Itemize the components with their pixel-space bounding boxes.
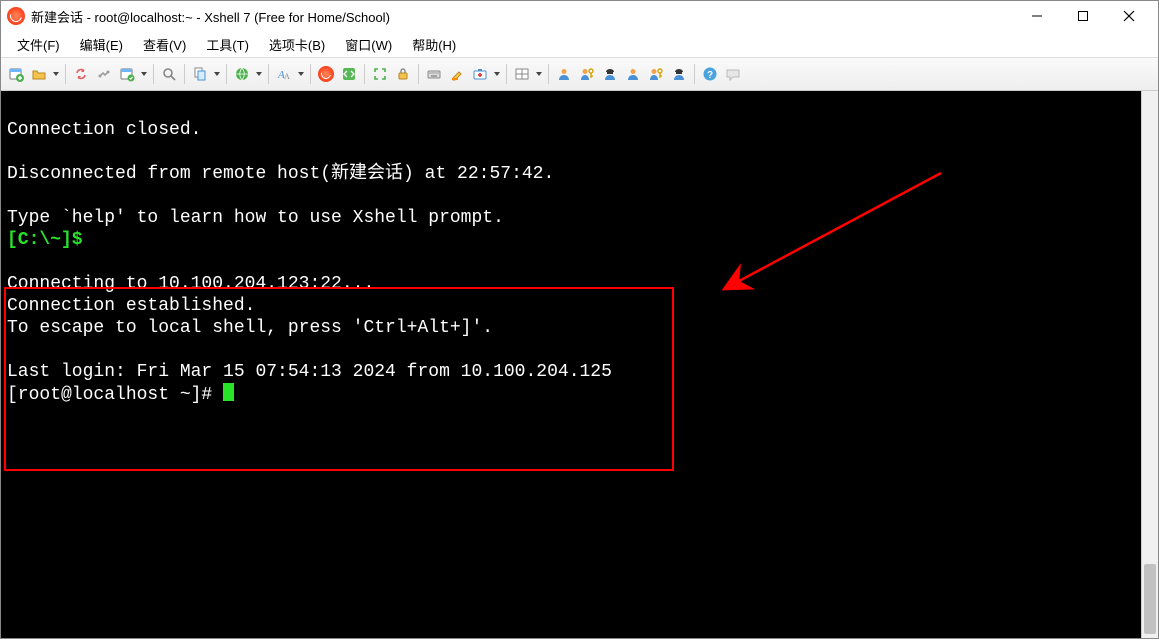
find-icon[interactable]: [158, 63, 180, 85]
copy-dropdown[interactable]: [212, 72, 222, 76]
maximize-button[interactable]: [1060, 1, 1106, 31]
remote-prompt: [root@localhost ~]#: [7, 385, 223, 405]
medkit-dropdown[interactable]: [492, 72, 502, 76]
layout-dropdown[interactable]: [534, 72, 544, 76]
xshell-logo-icon[interactable]: [315, 63, 337, 85]
menu-view[interactable]: 查看(V): [133, 32, 196, 57]
user-agent-icon[interactable]: [599, 63, 621, 85]
menu-tabs[interactable]: 选项卡(B): [259, 32, 335, 57]
menu-tools[interactable]: 工具(T): [196, 32, 259, 57]
toolbar-separator: [548, 64, 549, 84]
user-key-2-icon[interactable]: [645, 63, 667, 85]
terminal-line: Disconnected from remote host(新建会话) at 2…: [7, 164, 554, 184]
toolbar-separator: [418, 64, 419, 84]
toolbar-separator: [226, 64, 227, 84]
terminal-line: Connection established.: [7, 296, 255, 316]
open-session-icon[interactable]: [28, 63, 50, 85]
properties-icon[interactable]: [116, 63, 138, 85]
app-icon: [7, 7, 25, 25]
web-dropdown[interactable]: [254, 72, 264, 76]
user-key-icon[interactable]: [576, 63, 598, 85]
chat-icon[interactable]: [722, 63, 744, 85]
toolbar-separator: [184, 64, 185, 84]
terminal-line: Type `help' to learn how to use Xshell p…: [7, 208, 504, 228]
keyboard-icon[interactable]: [423, 63, 445, 85]
terminal-line: Connection closed.: [7, 120, 201, 140]
menu-edit[interactable]: 编辑(E): [70, 32, 133, 57]
terminal-line: Connecting to 10.100.204.123:22...: [7, 274, 374, 294]
terminal-line: To escape to local shell, press 'Ctrl+Al…: [7, 318, 493, 338]
toolbar-separator: [268, 64, 269, 84]
window-controls: [1014, 1, 1152, 31]
cursor-icon: [223, 383, 234, 401]
medkit-icon[interactable]: [469, 63, 491, 85]
toolbar-separator: [506, 64, 507, 84]
terminal-line: Last login: Fri Mar 15 07:54:13 2024 fro…: [7, 362, 612, 382]
lock-icon[interactable]: [392, 63, 414, 85]
toolbar: AA ?: [1, 57, 1158, 91]
user-orange-icon[interactable]: [553, 63, 575, 85]
minimize-button[interactable]: [1014, 1, 1060, 31]
open-session-dropdown[interactable]: [51, 72, 61, 76]
terminal-area[interactable]: Connection closed. Disconnected from rem…: [1, 91, 1158, 638]
svg-text:A: A: [284, 72, 290, 81]
window-title: 新建会话 - root@localhost:~ - Xshell 7 (Free…: [31, 7, 1014, 26]
disconnect-icon[interactable]: [93, 63, 115, 85]
user-agent-2-icon[interactable]: [668, 63, 690, 85]
menu-help[interactable]: 帮助(H): [402, 32, 466, 57]
toolbar-separator: [364, 64, 365, 84]
highlight-icon[interactable]: [446, 63, 468, 85]
toolbar-separator: [153, 64, 154, 84]
toolbar-separator: [65, 64, 66, 84]
menubar: 文件(F) 编辑(E) 查看(V) 工具(T) 选项卡(B) 窗口(W) 帮助(…: [1, 31, 1158, 57]
font-dropdown[interactable]: [296, 72, 306, 76]
reconnect-icon[interactable]: [70, 63, 92, 85]
xftp-icon[interactable]: [338, 63, 360, 85]
help-icon[interactable]: ?: [699, 63, 721, 85]
user-orange-2-icon[interactable]: [622, 63, 644, 85]
svg-text:?: ?: [707, 70, 713, 81]
toolbar-separator: [694, 64, 695, 84]
web-icon[interactable]: [231, 63, 253, 85]
window-titlebar: 新建会话 - root@localhost:~ - Xshell 7 (Free…: [1, 1, 1158, 31]
menu-window[interactable]: 窗口(W): [335, 32, 402, 57]
scrollbar-thumb[interactable]: [1144, 564, 1156, 634]
font-icon[interactable]: AA: [273, 63, 295, 85]
layout-icon[interactable]: [511, 63, 533, 85]
toolbar-separator: [310, 64, 311, 84]
menu-file[interactable]: 文件(F): [7, 32, 70, 57]
properties-dropdown[interactable]: [139, 72, 149, 76]
close-button[interactable]: [1106, 1, 1152, 31]
local-prompt: [C:\~]$: [7, 230, 83, 250]
new-session-icon[interactable]: [5, 63, 27, 85]
terminal-output: Connection closed. Disconnected from rem…: [1, 91, 1158, 638]
fullscreen-icon[interactable]: [369, 63, 391, 85]
vertical-scrollbar[interactable]: [1141, 91, 1158, 638]
copy-icon[interactable]: [189, 63, 211, 85]
